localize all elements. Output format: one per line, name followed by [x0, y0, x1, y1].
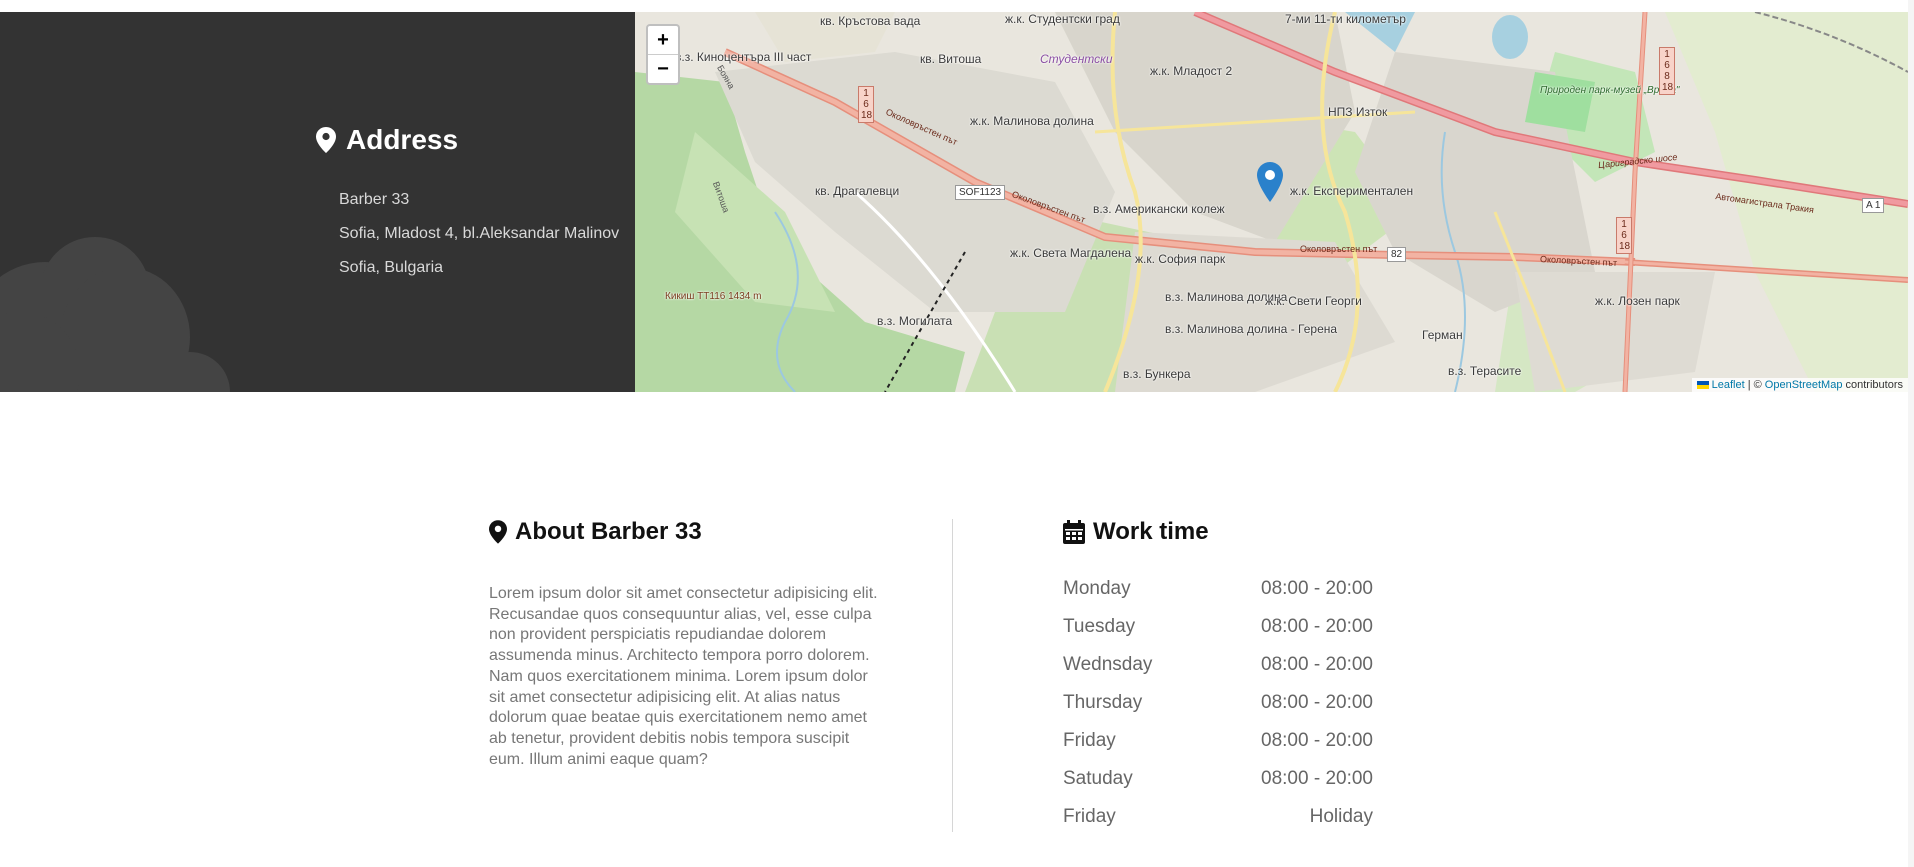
map-label: 7-ми 11-ти километър [1285, 12, 1406, 26]
road-badge: 82 [1387, 247, 1407, 262]
hours-value: Holiday [1309, 806, 1373, 827]
day-label: Friday [1063, 806, 1116, 827]
hours-value: 08:00 - 20:00 [1261, 730, 1373, 751]
hours-value: 08:00 - 20:00 [1261, 768, 1373, 789]
contact-band: Address Barber 33 Sofia, Mladost 4, bl.A… [0, 12, 1914, 392]
map-label: кв. Драгалевци [815, 184, 900, 198]
address-line: Barber 33 [339, 191, 410, 208]
hours-row: Monday 08:00 - 20:00 [1063, 570, 1373, 608]
hours-row: Friday Holiday [1063, 798, 1373, 836]
route-shield: 1 6 8 18 [1659, 47, 1675, 95]
map-label: в.з. Терасите [1448, 364, 1522, 378]
map-marker-icon[interactable] [1257, 162, 1283, 202]
address-line: Sofia, Bulgaria [339, 259, 444, 276]
worktime-heading-text: Work time [1093, 518, 1209, 545]
map-label: ж.к. Малинова долина [970, 114, 1094, 128]
hours-value: 08:00 - 20:00 [1261, 616, 1373, 637]
hours-row: Satuday 08:00 - 20:00 [1063, 760, 1373, 798]
map-label: в.з. Малинова долина - Герена [1165, 322, 1338, 336]
zoom-control: + − [646, 24, 680, 85]
about-heading-text: About Barber 33 [515, 518, 702, 545]
hours-value: 08:00 - 20:00 [1261, 692, 1373, 713]
day-label: Satuday [1063, 768, 1133, 789]
map-label: ж.к. Света Магдалена [1010, 246, 1132, 260]
route-shield: 1 6 18 [1616, 217, 1632, 254]
route-shield: 1 6 18 [858, 86, 874, 123]
about-heading: About Barber 33 [489, 518, 879, 546]
map-pin-icon [489, 520, 507, 544]
hours-value: 08:00 - 20:00 [1261, 654, 1373, 675]
zoom-out-button[interactable]: − [648, 55, 678, 83]
map-label: в.з. Бункера [1123, 367, 1191, 381]
hours-row: Thursday 08:00 - 20:00 [1063, 684, 1373, 722]
address-panel: Address Barber 33 Sofia, Mladost 4, bl.A… [0, 12, 635, 392]
worktime-section: Work time Monday 08:00 - 20:00 Tuesday 0… [1063, 518, 1373, 836]
hours-row: Tuesday 08:00 - 20:00 [1063, 608, 1373, 646]
map-label: Кикиш ТТ116 1434 m [665, 291, 762, 302]
road-badge: A 1 [1862, 198, 1885, 213]
map-label: в.з. Американски колеж [1093, 202, 1225, 216]
map-label: ж.к. Експериментален [1290, 184, 1414, 198]
attribution-suffix: contributors [1845, 379, 1903, 391]
map-label: ж.к. Свети Георги [1265, 294, 1362, 308]
day-label: Wednsday [1063, 654, 1153, 675]
map-label: ж.к. София парк [1135, 252, 1226, 266]
hours-value: 08:00 - 20:00 [1261, 578, 1373, 599]
section-divider [952, 519, 953, 832]
address-heading-text: Address [346, 124, 459, 155]
road-badge: SOF1123 [955, 185, 1006, 200]
hours-list: Monday 08:00 - 20:00 Tuesday 08:00 - 20:… [1063, 570, 1373, 836]
map-label: кв. Витоша [920, 52, 982, 66]
about-text: Lorem ipsum dolor sit amet consectetur a… [489, 585, 878, 768]
map-label: Студентски [1040, 52, 1113, 66]
map-pin-icon [316, 127, 336, 153]
map-attribution: Leaflet | © OpenStreetMap contributors [1691, 378, 1908, 392]
map-label: ж.к. Младост 2 [1150, 64, 1233, 78]
day-label: Thursday [1063, 692, 1143, 713]
leaflet-link[interactable]: Leaflet [1712, 379, 1745, 391]
hours-row: Friday 08:00 - 20:00 [1063, 722, 1373, 760]
map-label: кв. Кръстова вада [820, 14, 921, 28]
worktime-heading: Work time [1063, 518, 1373, 546]
address-line: Sofia, Mladost 4, bl.Aleksandar Malinov [339, 225, 620, 242]
attribution-separator: | © [1747, 379, 1762, 391]
openstreetmap-link[interactable]: OpenStreetMap [1765, 379, 1843, 391]
map-label: ж.к. Студентски град [1005, 12, 1120, 26]
address-heading: Address [316, 124, 458, 156]
zoom-in-button[interactable]: + [648, 26, 678, 55]
map-label: ж.к. Лозен парк [1595, 294, 1680, 308]
calendar-icon [1063, 520, 1085, 544]
day-label: Monday [1063, 578, 1131, 599]
day-label: Friday [1063, 730, 1116, 751]
hours-row: Wednsday 08:00 - 20:00 [1063, 646, 1373, 684]
map-label: НПЗ Изток [1328, 105, 1388, 119]
map-label: в.з. Могилата [877, 314, 953, 328]
page-scrollbar[interactable] [1908, 0, 1914, 867]
ukraine-flag-icon [1696, 381, 1709, 390]
map-label: в.з. Киноцентъра III част [675, 50, 812, 64]
map-label: Герман [1422, 328, 1463, 342]
about-section: About Barber 33 Lorem ipsum dolor sit am… [489, 518, 879, 770]
road-label: Околовръстен път [1300, 244, 1378, 254]
map[interactable]: кв. Кръстова вада ж.к. Студентски град С… [635, 12, 1908, 392]
day-label: Tuesday [1063, 616, 1136, 637]
